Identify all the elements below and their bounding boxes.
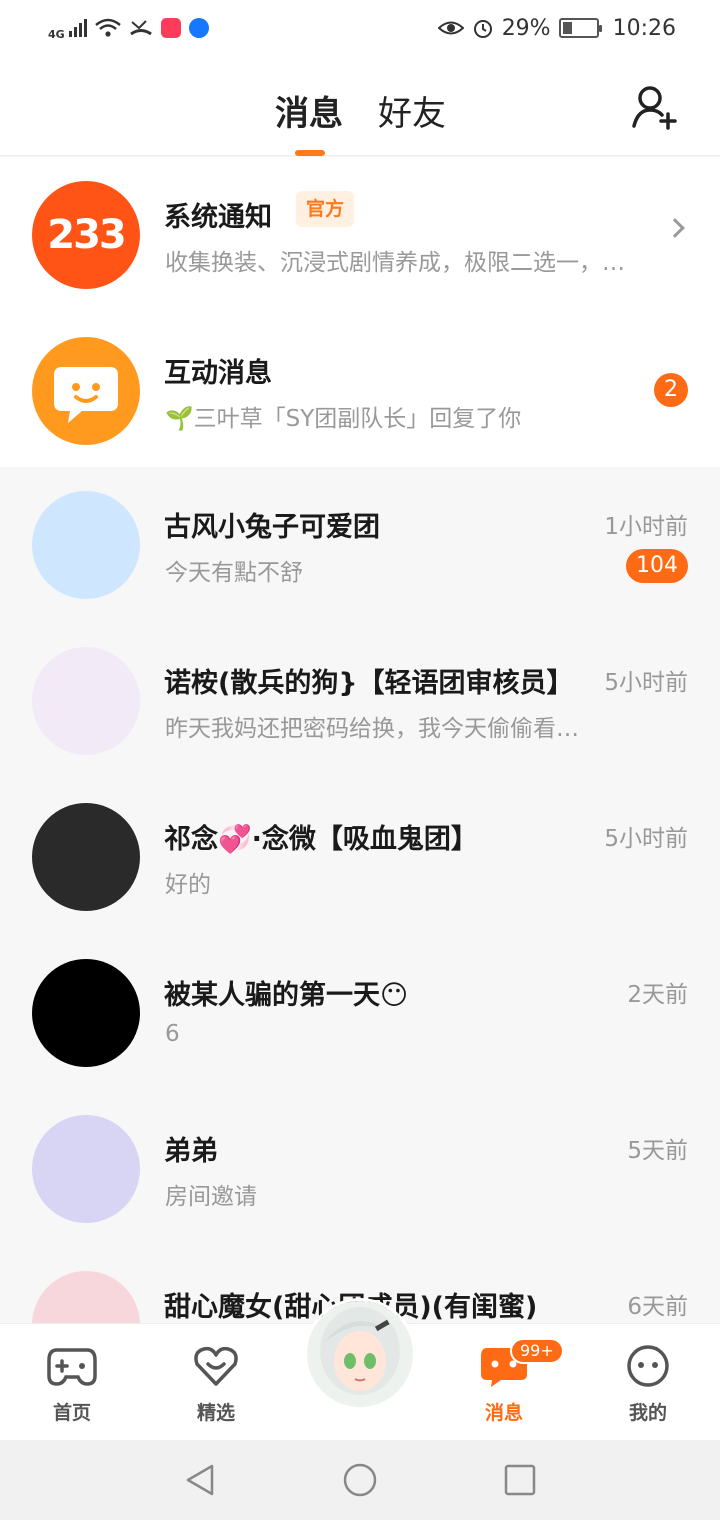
tab-friends[interactable]: 好友 xyxy=(378,86,446,135)
nav-messages-badge: 99+ xyxy=(510,1338,564,1364)
official-tag: 官方 xyxy=(296,191,355,227)
clock: 10:26 xyxy=(612,15,676,41)
chat-row[interactable]: 弟弟房间邀请 5天前 xyxy=(0,1091,720,1247)
nav-featured-label: 精选 xyxy=(196,1402,235,1424)
chat-name: 祁念💞·念微【吸血鬼团】 xyxy=(164,824,478,855)
chat-time: 5天前 xyxy=(627,1138,688,1164)
home-circle-icon[interactable] xyxy=(342,1462,378,1498)
chat-time: 2天前 xyxy=(627,982,688,1008)
chat-avatar xyxy=(32,1115,140,1223)
alarm-icon xyxy=(473,20,492,38)
chat-avatar xyxy=(32,491,140,599)
nav-messages[interactable]: 99+ 消息 xyxy=(454,1334,564,1425)
eye-icon xyxy=(437,21,464,35)
system-notice-preview: 收集换装、沉浸式剧情养成，极限二选一，… xyxy=(165,250,625,276)
alipay-icon xyxy=(188,18,209,38)
pinned-section: 233 系统通知 官方 收集换装、沉浸式剧情养成，极限二选一，… 互动消息 🌱三… xyxy=(0,157,720,467)
chat-list[interactable]: 古风小兔子可爱团今天有點不舒 1小时前 104 诺桉(散兵的狗}【轻语团审核员】昨天我… xyxy=(0,467,720,1323)
unread-badge: 104 xyxy=(626,549,688,583)
missed-call-icon xyxy=(129,20,152,36)
chevron-right-icon xyxy=(665,218,685,238)
gamepad-icon xyxy=(47,1348,97,1386)
nav-featured[interactable]: 精选 xyxy=(166,1334,266,1425)
interaction-preview: 🌱三叶草「SY团副队长」回复了你 xyxy=(165,406,522,432)
chat-preview: 房间邀请 xyxy=(165,1184,257,1210)
chat-row[interactable]: 被某人骗的第一天😶 6 2天前 xyxy=(0,935,720,1091)
system-avatar: 233 xyxy=(32,181,140,289)
tab-messages[interactable]: 消息 xyxy=(275,86,343,135)
bottom-nav: 首页 精选 99+ 消息 我的 xyxy=(0,1298,720,1440)
chat-row[interactable]: 祁念💞·念微【吸血鬼团】好的 5小时前 xyxy=(0,779,720,935)
chat-time: 6天前 xyxy=(627,1294,688,1320)
system-notice-name: 系统通知 xyxy=(164,202,272,233)
battery-percent: 29% xyxy=(501,15,551,41)
chat-name: 古风小兔子可爱团 xyxy=(164,512,380,543)
chat-avatar xyxy=(32,1271,140,1323)
tab-indicator xyxy=(295,150,325,156)
chat-avatar xyxy=(32,647,140,755)
status-bar: 4G 29% 10:26 xyxy=(0,0,720,56)
heart-icon xyxy=(194,1346,238,1386)
chat-bubble-icon xyxy=(54,367,118,423)
chat-preview: 好的 xyxy=(165,872,211,898)
back-icon[interactable] xyxy=(182,1462,218,1498)
system-nav-bar xyxy=(0,1440,720,1520)
chat-preview: 昨天我妈还把密码给换，我今天偷偷看… xyxy=(165,716,579,742)
chat-name: 弟弟 xyxy=(164,1136,218,1167)
interaction-avatar xyxy=(32,337,140,445)
signal-icon xyxy=(68,19,87,37)
battery-icon xyxy=(558,18,602,38)
chat-avatar xyxy=(32,959,140,1067)
center-character-avatar[interactable] xyxy=(304,1298,416,1410)
chat-time: 1小时前 xyxy=(604,514,688,540)
interaction-name: 互动消息 xyxy=(164,358,272,389)
chat-avatar xyxy=(32,803,140,911)
unread-badge: 2 xyxy=(654,373,688,407)
chat-row[interactable]: 诺桉(散兵的狗}【轻语团审核员】昨天我妈还把密码给换，我今天偷偷看… 5小时前 xyxy=(0,623,720,779)
add-user-icon[interactable] xyxy=(630,82,680,132)
nav-profile[interactable]: 我的 xyxy=(598,1334,698,1425)
interaction-row[interactable]: 互动消息 🌱三叶草「SY团副队长」回复了你 xyxy=(0,313,720,469)
chat-row[interactable]: 古风小兔子可爱团今天有點不舒 1小时前 104 xyxy=(0,467,720,623)
recents-icon[interactable] xyxy=(502,1462,538,1498)
chat-preview: 今天有點不舒 xyxy=(165,560,303,586)
chat-name: 被某人骗的第一天😶 xyxy=(164,980,409,1011)
system-notice-row[interactable]: 233 系统通知 官方 收集换装、沉浸式剧情养成，极限二选一，… xyxy=(0,157,720,313)
chat-time: 5小时前 xyxy=(604,826,688,852)
chat-name: 诺桉(散兵的狗}【轻语团审核员】 xyxy=(164,668,574,699)
top-bar: 消息 好友 xyxy=(0,56,720,156)
shopping-app-icon xyxy=(160,18,181,38)
face-icon xyxy=(627,1345,669,1387)
system-avatar-logo: 233 xyxy=(47,212,126,258)
wifi-icon xyxy=(94,18,121,37)
network-type: 4G xyxy=(48,27,65,41)
chat-time: 5小时前 xyxy=(604,670,688,696)
chat-preview: 6 xyxy=(165,1021,180,1047)
nav-home-label: 首页 xyxy=(52,1402,91,1424)
nav-home[interactable]: 首页 xyxy=(22,1334,122,1425)
nav-messages-label: 消息 xyxy=(484,1402,523,1424)
nav-profile-label: 我的 xyxy=(628,1402,667,1424)
